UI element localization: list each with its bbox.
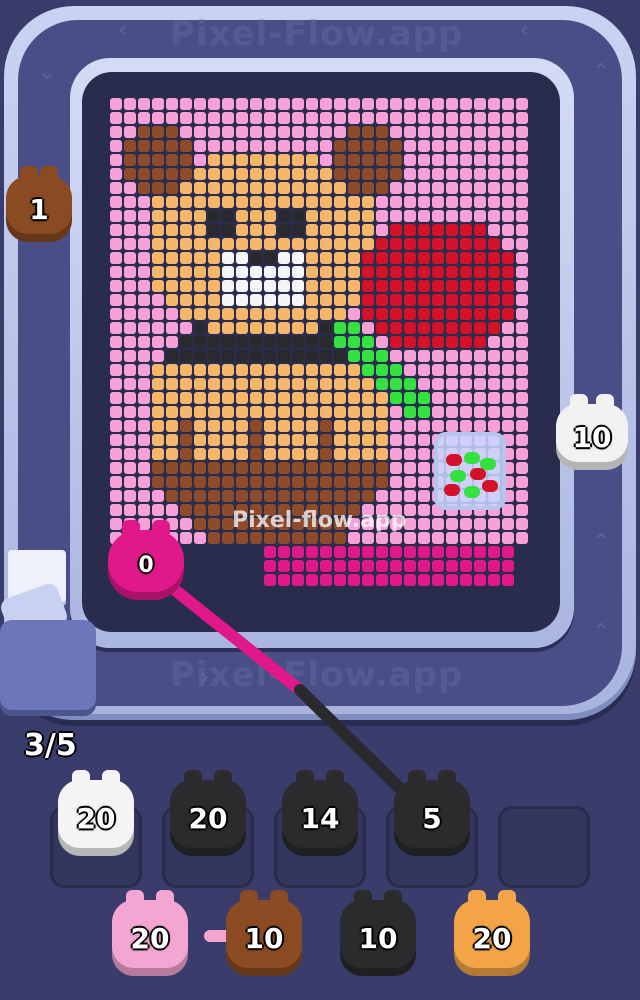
waiting-pig-brown[interactable]: 10: [226, 890, 302, 976]
waiting-pig-black[interactable]: 10: [340, 890, 416, 976]
pig-count-label: 0: [138, 552, 154, 578]
slot-pig-black[interactable]: 5: [394, 770, 470, 856]
queue-progress-counter: 3/5: [24, 728, 77, 763]
slot-pig-black[interactable]: 20: [170, 770, 246, 856]
pig-count-label: 10: [244, 921, 284, 955]
dispenser-machine[interactable]: [0, 620, 96, 716]
slot-pig-black[interactable]: 14: [282, 770, 358, 856]
holding-slot-empty[interactable]: [498, 806, 590, 888]
pig-count-label: 5: [422, 801, 442, 835]
pig-count-label: 20: [130, 921, 170, 955]
pig-count-label: 20: [472, 921, 512, 955]
waiting-pig-orange[interactable]: 20: [454, 890, 530, 976]
pig-count-label: 20: [188, 801, 228, 835]
waiting-pig-pink[interactable]: 20: [112, 890, 188, 976]
slot-pig-white[interactable]: 20: [58, 770, 134, 856]
pig-count-label: 14: [300, 801, 340, 835]
pig-count-label: 10: [358, 921, 398, 955]
launcher-pig-magenta[interactable]: 0: [108, 520, 184, 600]
pig-count-label: 20: [76, 801, 116, 835]
